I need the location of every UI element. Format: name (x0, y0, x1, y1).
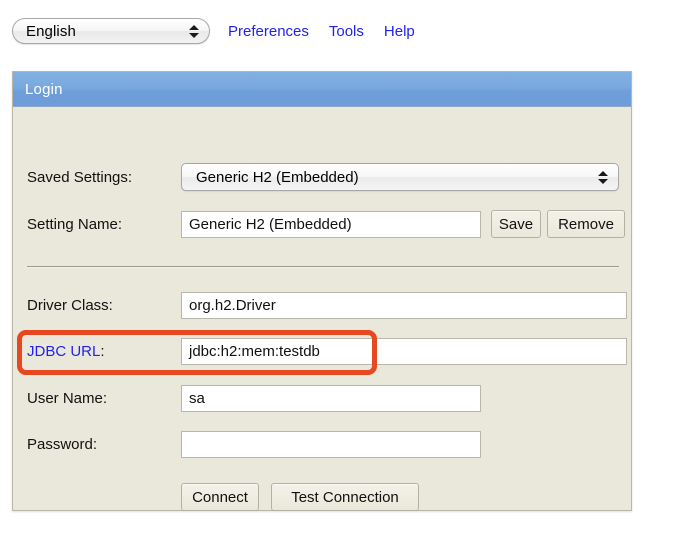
test-connection-button[interactable]: Test Connection (271, 483, 419, 511)
updown-stepper-icon[interactable] (598, 167, 608, 187)
link-help[interactable]: Help (384, 23, 415, 40)
login-panel-header: Login (13, 72, 631, 107)
connect-button[interactable]: Connect (181, 483, 259, 511)
row-actions: Connect Test Connection (13, 482, 631, 512)
jdbc-url-label-colon: : (100, 343, 104, 360)
row-setting-name: Setting Name: Generic H2 (Embedded) Save… (13, 209, 631, 239)
row-driver-class: Driver Class: org.h2.Driver (13, 290, 631, 320)
user-name-label: User Name: (27, 390, 107, 407)
row-jdbc-url: JDBC URL: jdbc:h2:mem:testdb (13, 336, 631, 366)
language-select[interactable]: English (12, 18, 210, 44)
row-user-name: User Name: sa (13, 383, 631, 413)
remove-button[interactable]: Remove (547, 210, 625, 238)
login-panel: Login Saved Settings: Generic H2 (Embedd… (12, 71, 632, 511)
saved-settings-select[interactable]: Generic H2 (Embedded) (181, 163, 619, 191)
link-tools[interactable]: Tools (329, 23, 364, 40)
jdbc-url-input[interactable]: jdbc:h2:mem:testdb (181, 338, 627, 365)
triangle-up-icon (598, 171, 608, 176)
driver-class-label: Driver Class: (27, 297, 113, 314)
setting-name-input[interactable]: Generic H2 (Embedded) (181, 211, 481, 238)
login-panel-body: Saved Settings: Generic H2 (Embedded) Se… (13, 107, 631, 510)
row-saved-settings: Saved Settings: Generic H2 (Embedded) (13, 162, 631, 192)
saved-settings-label: Saved Settings: (27, 169, 132, 186)
row-password: Password: (13, 429, 631, 459)
language-select-value: English (13, 23, 76, 40)
save-button[interactable]: Save (491, 210, 541, 238)
toolbar-links: Preferences Tools Help (228, 23, 415, 40)
top-toolbar: English Preferences Tools Help (0, 0, 680, 62)
user-name-input[interactable]: sa (181, 385, 481, 412)
triangle-up-icon (189, 25, 199, 30)
section-divider (27, 266, 619, 268)
password-input[interactable] (181, 431, 481, 458)
panel-title: Login (25, 81, 63, 98)
triangle-down-icon (598, 179, 608, 184)
triangle-down-icon (189, 33, 199, 38)
jdbc-url-label[interactable]: JDBC URL: (27, 343, 105, 360)
driver-class-input[interactable]: org.h2.Driver (181, 292, 627, 319)
saved-settings-value: Generic H2 (Embedded) (182, 169, 359, 186)
setting-name-label: Setting Name: (27, 216, 122, 233)
password-label: Password: (27, 436, 97, 453)
jdbc-url-label-text: JDBC URL (27, 343, 100, 360)
updown-stepper-icon[interactable] (189, 21, 199, 41)
link-preferences[interactable]: Preferences (228, 23, 309, 40)
